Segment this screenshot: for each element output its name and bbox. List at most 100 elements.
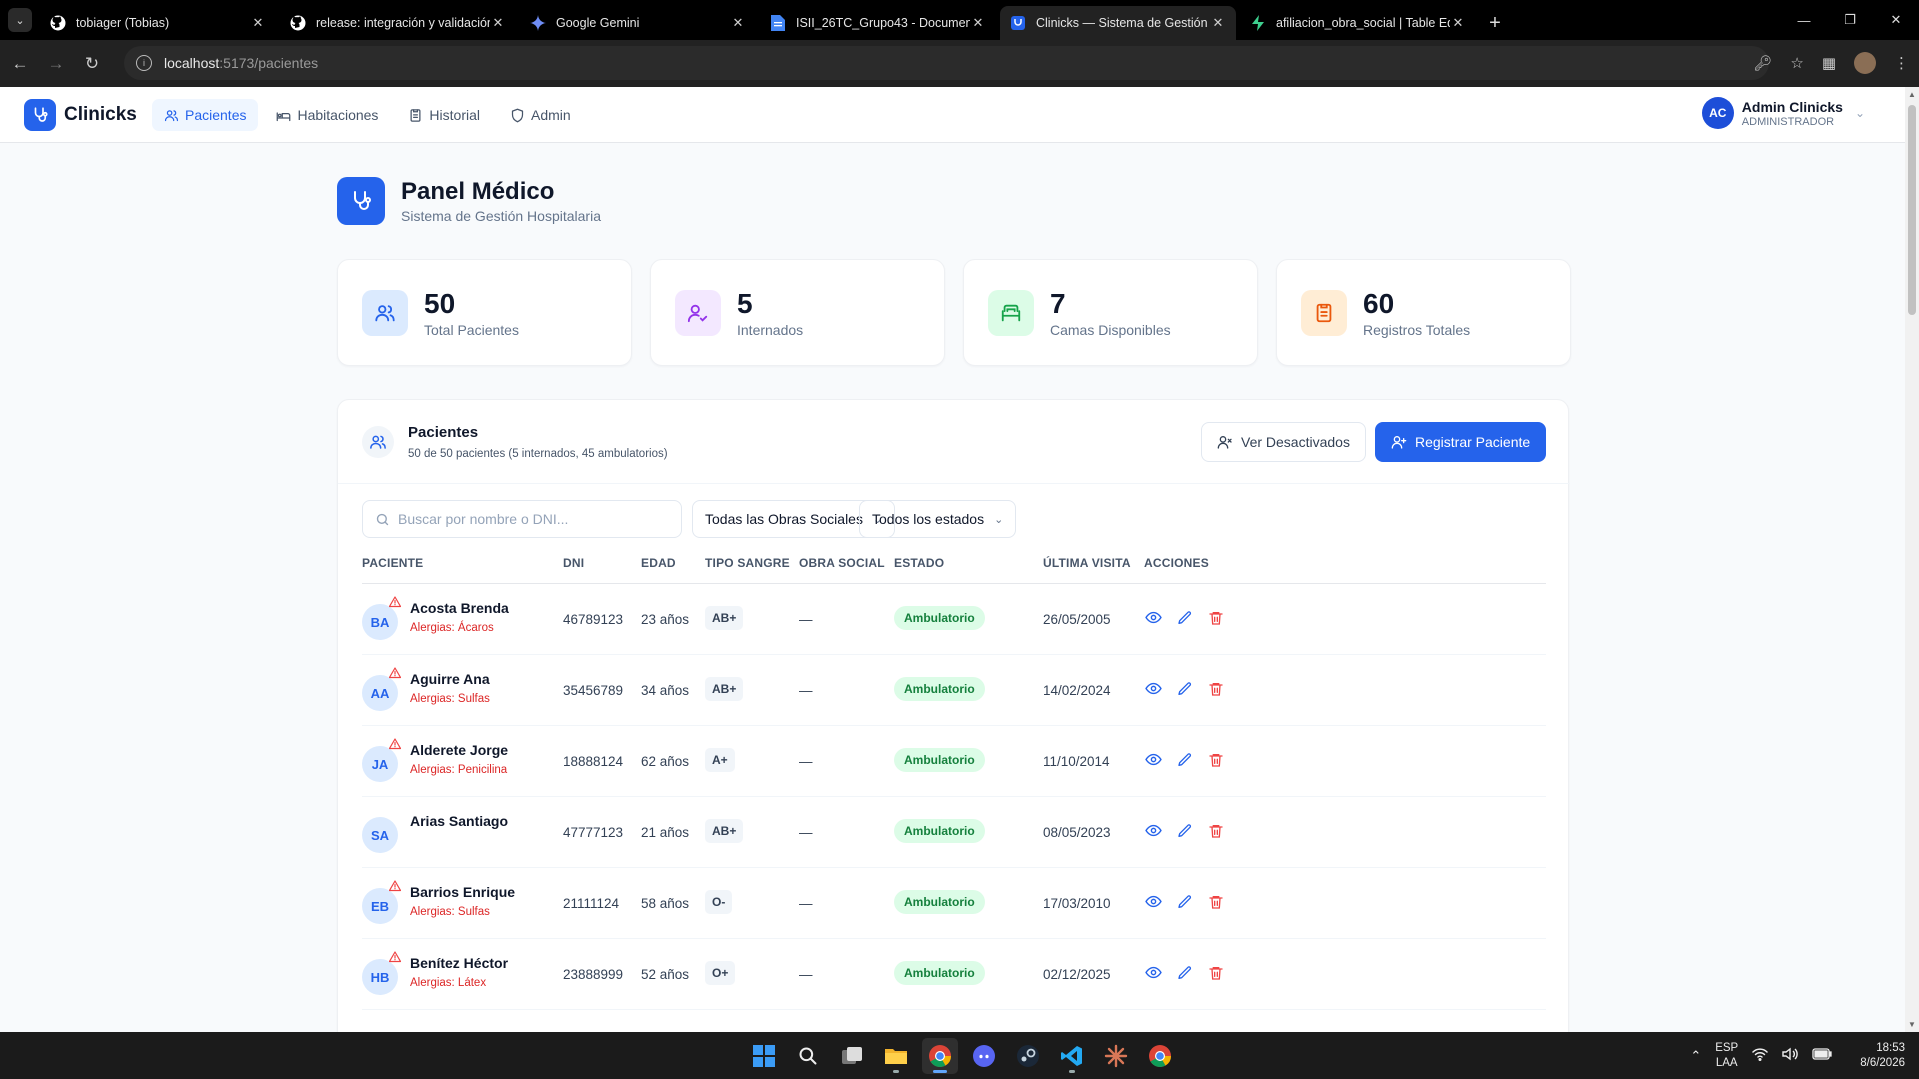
pencil-icon[interactable] (1175, 750, 1194, 769)
user-plus-icon (1391, 436, 1407, 449)
scroll-up-icon[interactable]: ▲ (1908, 90, 1916, 99)
back-arrow-icon[interactable]: ← (2, 46, 38, 82)
restore-icon[interactable]: ❐ (1827, 0, 1873, 40)
trash-icon[interactable] (1206, 963, 1225, 982)
close-tab-icon[interactable]: ✕ (1210, 15, 1226, 31)
column-header: DNI (563, 556, 585, 570)
vscode-icon[interactable] (1054, 1038, 1090, 1074)
site-info-icon[interactable]: i (136, 55, 152, 71)
brand[interactable]: Clinicks (24, 99, 137, 131)
eye-icon[interactable] (1144, 892, 1163, 911)
stat-available-beds: 7 Camas Disponibles (963, 259, 1258, 366)
chrome-icon[interactable] (922, 1038, 958, 1074)
close-tab-icon[interactable]: ✕ (970, 15, 986, 31)
search-input[interactable] (398, 511, 658, 527)
table-row[interactable]: HB Benítez Héctor Alergias: Látex 23888999 5… (362, 939, 1546, 1010)
volume-icon[interactable] (1782, 1047, 1799, 1064)
stat-label: Total Pacientes (424, 321, 519, 338)
user-menu[interactable]: AC Admin Clinicks ADMINISTRADOR ⌄ (1701, 97, 1865, 129)
scroll-down-icon[interactable]: ▼ (1908, 1020, 1916, 1029)
alert-triangle-icon (388, 596, 402, 608)
page-scrollbar[interactable]: ▲ ▼ (1905, 87, 1919, 1032)
patient-last-visit: 02/12/2025 (1043, 967, 1111, 982)
taskbar-search-icon[interactable] (790, 1038, 826, 1074)
language-code: ESP (1715, 1041, 1739, 1054)
nav-admin[interactable]: Admin (498, 99, 583, 131)
search-box[interactable] (362, 500, 682, 538)
eye-icon[interactable] (1144, 608, 1163, 627)
nav-historial[interactable]: Historial (396, 99, 492, 131)
menu-dots-icon[interactable]: ⋮ (1894, 54, 1909, 72)
register-patient-button[interactable]: Registrar Paciente (1375, 422, 1547, 462)
reload-icon[interactable]: ↻ (74, 46, 110, 82)
patient-obra-social: — (799, 754, 813, 769)
windows-start-icon[interactable] (746, 1038, 782, 1074)
discord-icon[interactable] (966, 1038, 1002, 1074)
patient-name: Benítez Héctor (410, 955, 509, 971)
close-window-icon[interactable]: ✕ (1873, 0, 1919, 40)
pencil-icon[interactable] (1175, 679, 1194, 698)
address-bar[interactable]: i localhost:5173/pacientes (124, 46, 1769, 80)
active-indicator (933, 1070, 947, 1073)
eye-icon[interactable] (1144, 821, 1163, 840)
battery-icon[interactable] (1812, 1048, 1832, 1063)
eye-icon[interactable] (1144, 679, 1163, 698)
close-tab-icon[interactable]: ✕ (1450, 15, 1466, 31)
view-deactivated-button[interactable]: Ver Desactivados (1201, 422, 1366, 462)
chevron-down-icon: ⌄ (994, 513, 1004, 526)
trash-icon[interactable] (1206, 892, 1225, 911)
scrollbar-thumb[interactable] (1908, 105, 1916, 315)
browser-tab[interactable]: afiliacion_obra_social | Table Ed ✕ (1240, 6, 1476, 40)
pencil-icon[interactable] (1175, 963, 1194, 982)
close-tab-icon[interactable]: ✕ (490, 15, 506, 31)
browser-tab[interactable]: Google Gemini ✕ (520, 6, 756, 40)
pencil-icon[interactable] (1175, 608, 1194, 627)
status-filter[interactable]: Todos los estados ⌄ (859, 500, 1017, 538)
eye-icon[interactable] (1144, 750, 1163, 769)
profile-avatar[interactable] (1854, 52, 1876, 74)
status-badge: Ambulatorio (894, 748, 985, 772)
table-row[interactable]: JA Alderete Jorge Alergias: Penicilina 1888… (362, 726, 1546, 797)
table-row[interactable]: AA Aguirre Ana Alergias: Sulfas 35456789 34 … (362, 655, 1546, 726)
browser-tab[interactable]: Clinicks — Sistema de Gestión H ✕ (1000, 6, 1236, 40)
claude-icon[interactable] (1098, 1038, 1134, 1074)
browser-tab[interactable]: release: integración y validación ✕ (280, 6, 516, 40)
stat-label: Registros Totales (1363, 321, 1471, 338)
key-icon[interactable]: 🔑︎ (1753, 54, 1772, 72)
close-tab-icon[interactable]: ✕ (250, 15, 266, 31)
trash-icon[interactable] (1206, 679, 1225, 698)
patient-last-visit: 08/05/2023 (1043, 825, 1111, 840)
chevron-up-icon[interactable]: ⌃ (1690, 1048, 1701, 1064)
trash-icon[interactable] (1206, 608, 1225, 627)
trash-icon[interactable] (1206, 821, 1225, 840)
nav-habitaciones[interactable]: Habitaciones (264, 99, 390, 131)
pencil-icon[interactable] (1175, 892, 1194, 911)
file-explorer-icon[interactable] (878, 1038, 914, 1074)
table-row[interactable]: SA Arias Santiago 47777123 21 años AB+ — Ambul… (362, 797, 1546, 868)
tab-search-button[interactable]: ⌄ (0, 0, 40, 40)
extensions-icon[interactable]: ▦ (1822, 54, 1836, 72)
wifi-icon[interactable] (1752, 1047, 1768, 1064)
nav-pacientes[interactable]: Pacientes (152, 99, 259, 131)
new-tab-button[interactable]: + (1480, 6, 1510, 40)
close-tab-icon[interactable]: ✕ (730, 15, 746, 31)
patient-obra-social: — (799, 683, 813, 698)
pencil-icon[interactable] (1175, 821, 1194, 840)
steam-icon[interactable] (1010, 1038, 1046, 1074)
table-row[interactable]: EB Barrios Enrique Alergias: Sulfas 2111112… (362, 868, 1546, 939)
app-viewport: Clinicks Pacientes Habitaciones Historial A… (0, 87, 1905, 1032)
task-view-icon[interactable] (834, 1038, 870, 1074)
star-icon[interactable]: ☆ (1790, 54, 1803, 72)
system-clock[interactable]: 18:53 8/6/2026 (1860, 1041, 1905, 1071)
forward-arrow-icon[interactable]: → (38, 46, 74, 82)
chrome-secondary-icon[interactable] (1142, 1038, 1178, 1074)
language-indicator[interactable]: ESP LAA (1715, 1041, 1738, 1071)
trash-icon[interactable] (1206, 750, 1225, 769)
github-icon (290, 15, 306, 31)
browser-tab[interactable]: ISII_26TC_Grupo43 - Document ✕ (760, 6, 996, 40)
patient-last-visit: 14/02/2024 (1043, 683, 1111, 698)
eye-icon[interactable] (1144, 963, 1163, 982)
browser-tab[interactable]: tobiager (Tobias) ✕ (40, 6, 276, 40)
table-row[interactable]: BA Acosta Brenda Alergias: Ácaros 46789123 2… (362, 584, 1546, 655)
minimize-icon[interactable]: — (1781, 0, 1827, 40)
